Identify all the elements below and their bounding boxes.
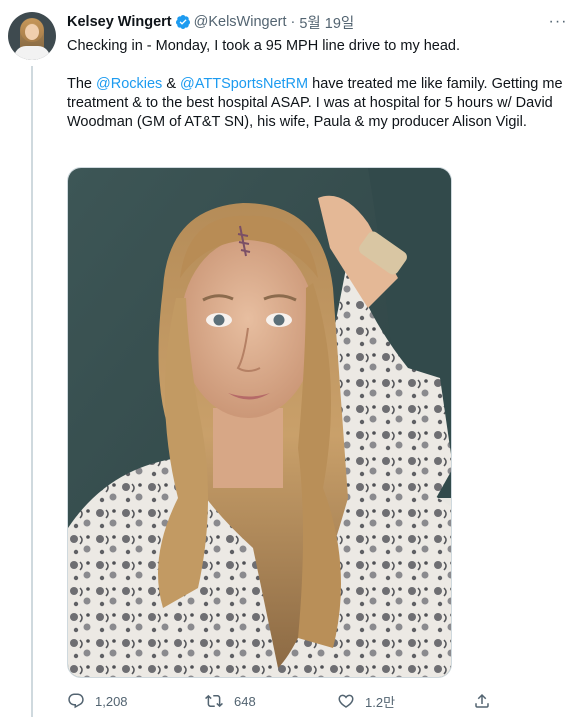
author-name[interactable]: Kelsey Wingert (67, 14, 172, 30)
like-button[interactable]: 1.2만 (337, 690, 395, 712)
tweet-photo[interactable] (67, 167, 452, 678)
thread-line (31, 66, 33, 717)
retweet-icon (205, 694, 223, 708)
retweet-count: 648 (234, 693, 256, 709)
reply-button[interactable]: 1,208 (67, 690, 128, 712)
retweet-button[interactable]: 648 (204, 690, 256, 712)
tweet-text-para2: The @Rockies & @ATTSportsNetRM have trea… (67, 75, 577, 132)
author-handle[interactable]: @KelsWingert (194, 14, 287, 30)
heart-icon (338, 694, 354, 708)
avatar[interactable] (8, 12, 56, 60)
tweet-date[interactable]: 5월 19일 (299, 12, 354, 33)
share-icon (475, 693, 489, 708)
avatar-shirt (14, 46, 50, 60)
tweet-actions: 1,208 648 1.2만 (67, 690, 507, 712)
like-count: 1.2만 (365, 694, 396, 710)
reply-icon (68, 693, 84, 709)
tweet-text-line1: Checking in - Monday, I took a 95 MPH li… (67, 38, 461, 54)
photo-right-iris (273, 314, 285, 326)
tweet-text: Checking in - Monday, I took a 95 MPH li… (67, 37, 577, 151)
tweet[interactable]: Kelsey Wingert @KelsWingert · 5월 19일 ···… (0, 0, 584, 717)
reply-count: 1,208 (95, 693, 128, 709)
photo-neck (213, 408, 283, 488)
share-button[interactable] (473, 690, 491, 712)
photo-left-iris (213, 314, 225, 326)
more-icon[interactable]: ··· (548, 12, 568, 32)
verified-badge-icon (175, 14, 191, 30)
para2-mid: & (162, 76, 181, 92)
avatar-face (25, 24, 39, 40)
separator-dot: · (290, 14, 296, 30)
para2-prefix: The (67, 76, 97, 92)
mention-attsportsnetrm[interactable]: @ATTSportsNetRM (180, 76, 308, 92)
tweet-header: Kelsey Wingert @KelsWingert · 5월 19일 (67, 12, 354, 32)
mention-rockies[interactable]: @Rockies (96, 76, 162, 92)
